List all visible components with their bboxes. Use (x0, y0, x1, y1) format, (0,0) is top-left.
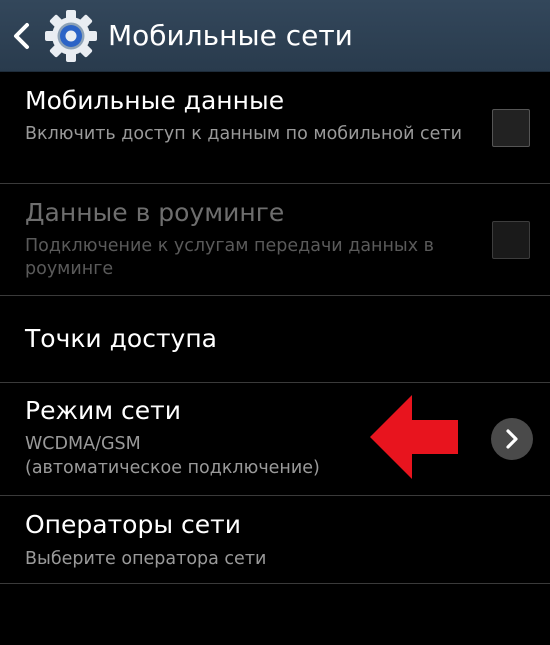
chevron-right-icon (506, 429, 518, 449)
item-title: Режим сети (25, 396, 181, 425)
data-roaming-checkbox (492, 221, 530, 259)
item-summary: Включить доступ к данным по мобильной се… (25, 124, 463, 144)
item-summary: Подключение к услугам передачи данных в … (25, 236, 434, 279)
red-arrow-left-icon (370, 395, 458, 479)
action-bar: Мобильные сети (0, 0, 550, 72)
mobile-data-checkbox[interactable] (492, 109, 530, 147)
list-item-network-mode[interactable]: Режим сети WCDMA/GSM (автоматическое под… (0, 383, 550, 496)
item-title: Операторы сети (25, 510, 241, 539)
settings-list: Мобильные данные Включить доступ к данны… (0, 72, 550, 584)
list-item-mobile-data[interactable]: Мобильные данные Включить доступ к данны… (0, 72, 550, 184)
gear-icon (45, 10, 97, 62)
network-mode-chevron-button[interactable] (491, 418, 533, 460)
list-item-network-operators[interactable]: Операторы сети Выберите оператора сети (0, 496, 550, 584)
back-button[interactable] (0, 0, 100, 72)
item-summary: Выберите оператора сети (25, 549, 267, 569)
item-title: Данные в роуминге (25, 198, 285, 227)
page-title: Мобильные сети (108, 19, 353, 52)
list-item-access-points[interactable]: Точки доступа (0, 296, 550, 383)
chevron-left-icon (14, 23, 29, 49)
item-title: Точки доступа (25, 324, 217, 353)
list-item-data-roaming: Данные в роуминге Подключение к услугам … (0, 184, 550, 296)
item-title: Мобильные данные (25, 86, 285, 115)
